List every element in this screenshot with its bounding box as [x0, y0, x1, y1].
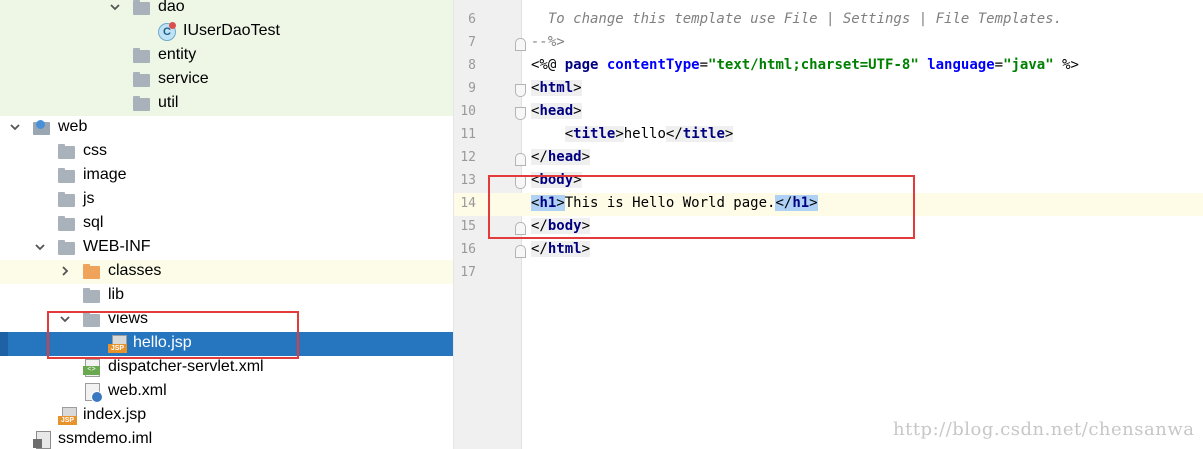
line-number: 13	[460, 173, 476, 188]
line-number: 15	[460, 219, 476, 234]
tree-row-web[interactable]: web	[0, 116, 453, 140]
fold-close-icon[interactable]	[515, 153, 526, 166]
tree-row-entity[interactable]: entity	[0, 44, 453, 68]
highlight-box-views	[47, 311, 299, 359]
line-number: 5	[454, 0, 476, 4]
watermark: http://blog.csdn.net/chensanwa	[893, 419, 1195, 440]
tree-row-lib[interactable]: lib	[0, 284, 453, 308]
highlight-box-body	[488, 175, 915, 239]
code-line[interactable]: 10 <head>	[454, 101, 1203, 124]
tree-row-util[interactable]: util	[0, 92, 453, 116]
folder-icon	[58, 216, 75, 231]
jsp-file-icon: JSP	[58, 407, 77, 425]
tree-row-sql[interactable]: sql	[0, 212, 453, 236]
tree-row-label: web	[58, 118, 88, 135]
chevron-right-icon[interactable]	[58, 264, 72, 278]
code-text: <html>	[531, 80, 582, 96]
line-number: 7	[468, 35, 476, 50]
chevron-down-icon[interactable]	[108, 0, 122, 14]
xml-file-icon: <>	[83, 359, 101, 377]
tree-row-label: dispatcher-servlet.xml	[108, 358, 264, 375]
code-line[interactable]: 16 </html>	[454, 239, 1203, 262]
code-line[interactable]: 8 <%@ page contentType="text/html;charset…	[454, 55, 1203, 78]
tree-row-label: sql	[83, 214, 104, 231]
folder-icon	[83, 288, 100, 303]
code-text: Time: 16:20	[531, 0, 641, 4]
line-number: 6	[468, 12, 476, 27]
code-line[interactable]: 11 <title>hello</title>	[454, 124, 1203, 147]
tree-row-label: entity	[158, 46, 197, 63]
line-number: 8	[468, 58, 476, 73]
code-line[interactable]: 6 To change this template use File | Set…	[454, 9, 1203, 32]
code-text: </head>	[531, 149, 591, 165]
tree-row-label: css	[83, 142, 107, 159]
code-text: <head>	[531, 103, 582, 119]
tree-row-classes[interactable]: classes	[0, 260, 453, 284]
code-text: </html>	[531, 241, 591, 257]
tree-row-label: image	[83, 166, 127, 183]
folder-icon	[58, 192, 75, 207]
folder-icon	[58, 240, 75, 255]
web-folder-icon	[33, 120, 50, 135]
tree-row-label: js	[83, 190, 95, 207]
tree-row-label: ssmdemo.iml	[58, 430, 153, 447]
code-text: To change this template use File | Setti…	[531, 11, 1063, 27]
tree-row-dispatcher-servlet-xml[interactable]: <> dispatcher-servlet.xml	[0, 356, 453, 380]
line-number: 17	[460, 265, 476, 280]
tree-row-label: classes	[108, 262, 162, 279]
tree-row-dao[interactable]: dao	[0, 0, 453, 20]
fold-close-icon[interactable]	[515, 38, 526, 51]
folder-icon	[133, 96, 150, 111]
tree-row-label: dao	[158, 0, 185, 15]
code-text: <title>hello</title>	[564, 126, 734, 142]
tree-row-css[interactable]: css	[0, 140, 453, 164]
java-class-icon: C	[158, 22, 176, 41]
line-number: 10	[460, 104, 476, 119]
line-number: 11	[460, 127, 476, 142]
tree-row-web-inf[interactable]: WEB-INF	[0, 236, 453, 260]
tree-row-label: lib	[108, 286, 125, 303]
project-tree: dao C IUserDaoTest entity service util web css i…	[0, 0, 453, 449]
tree-row-service[interactable]: service	[0, 68, 453, 92]
folder-icon	[58, 168, 75, 183]
code-text: <%@ page contentType="text/html;charset=…	[531, 57, 1079, 73]
folder-icon	[133, 0, 150, 15]
tree-row-label: util	[158, 94, 179, 111]
code-line[interactable]: 17	[454, 262, 1203, 285]
fold-open-icon[interactable]	[515, 107, 526, 120]
line-number: 16	[460, 242, 476, 257]
line-number: 12	[460, 150, 476, 165]
line-number: 9	[468, 81, 476, 96]
folder-icon	[58, 144, 75, 159]
tree-row-label: index.jsp	[83, 406, 147, 423]
line-number: 14	[460, 196, 476, 211]
tree-row-image[interactable]: image	[0, 164, 453, 188]
folder-icon	[83, 264, 100, 279]
code-line[interactable]: 9 <html>	[454, 78, 1203, 101]
tree-row-web-xml[interactable]: web.xml	[0, 380, 453, 404]
code-text: --%>	[531, 34, 565, 50]
tree-row-iuserdaotest[interactable]: C IUserDaoTest	[0, 20, 453, 44]
tree-row-label: WEB-INF	[83, 238, 151, 255]
tree-row-label: IUserDaoTest	[183, 22, 280, 39]
fold-open-icon[interactable]	[515, 84, 526, 97]
tree-row-js[interactable]: js	[0, 188, 453, 212]
web-xml-icon	[83, 383, 103, 403]
tree-row-label: service	[158, 70, 209, 87]
fold-close-icon[interactable]	[515, 245, 526, 258]
folder-icon	[133, 72, 150, 87]
folder-icon	[133, 48, 150, 63]
chevron-down-icon[interactable]	[8, 120, 22, 134]
chevron-down-icon[interactable]	[33, 240, 47, 254]
code-line[interactable]: 7 --%>	[454, 32, 1203, 55]
code-line[interactable]: 5 Time: 16:20	[454, 0, 1203, 9]
tree-row-index-jsp[interactable]: JSP index.jsp	[0, 404, 453, 428]
tree-row-ssmdemo-iml[interactable]: ssmdemo.iml	[0, 428, 453, 449]
code-line[interactable]: 12 </head>	[454, 147, 1203, 170]
tree-row-label: web.xml	[108, 382, 167, 399]
module-file-icon	[33, 431, 51, 449]
